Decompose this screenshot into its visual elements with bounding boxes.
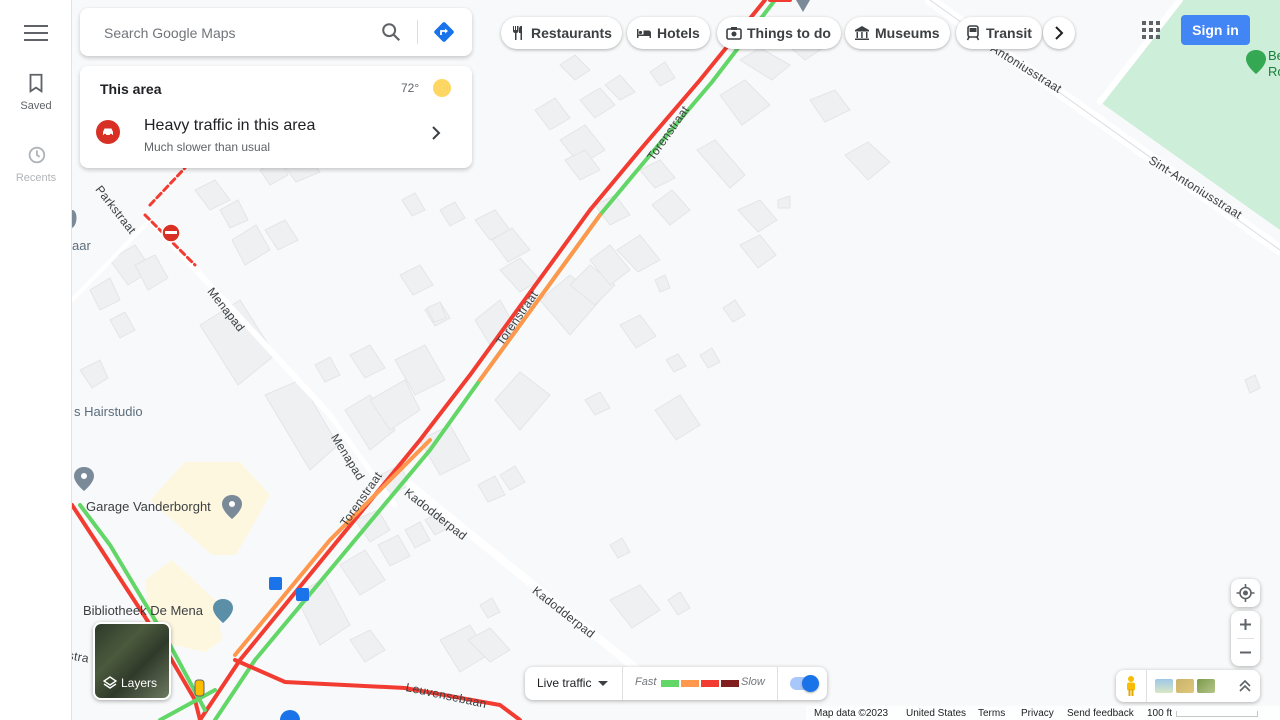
chip-hotels[interactable]: Hotels (627, 17, 710, 49)
chip-restaurants[interactable]: Restaurants (501, 17, 622, 49)
traffic-mode-dropdown[interactable]: Live traffic (537, 676, 591, 690)
poi-label-hairstudio[interactable]: s Hairstudio (74, 404, 143, 419)
poi-label-aar[interactable]: aar (72, 238, 91, 253)
layers-button[interactable]: Layers (93, 622, 171, 700)
my-location-button[interactable] (1231, 579, 1260, 607)
plus-icon (1240, 619, 1251, 630)
imagery-divider (1146, 670, 1147, 702)
area-title: This area (100, 81, 162, 97)
poi-label-bibliotheek[interactable]: Bibliotheek De Mena (83, 603, 203, 618)
privacy-link[interactable]: Privacy (1021, 708, 1054, 719)
location-crosshair-icon (1236, 584, 1255, 602)
terms-link[interactable]: Terms (978, 708, 1005, 719)
layers-icon (102, 676, 118, 689)
chip-transit[interactable]: Transit (956, 17, 1042, 49)
imagery-bar (1116, 670, 1260, 702)
recents-button[interactable]: Recents (0, 144, 72, 184)
legend-fast-label: Fast (635, 676, 657, 688)
traffic-subtext: Much slower than usual (144, 140, 271, 154)
map-footer: Map data ©2023 United States Terms Priva… (806, 706, 1280, 720)
chip-label: Things to do (747, 25, 831, 41)
layers-label: Layers (121, 676, 158, 690)
chips-next-button[interactable] (1043, 17, 1075, 49)
legend-bar-fast (661, 680, 679, 687)
toggle-knob (802, 675, 819, 692)
search-divider (417, 20, 418, 44)
send-feedback-link[interactable]: Send feedback (1067, 708, 1134, 719)
poi-label-be[interactable]: Be (1268, 48, 1280, 63)
scale-label[interactable]: 100 ft (1147, 708, 1172, 719)
apps-grid-icon[interactable] (1142, 21, 1160, 39)
legend-slow-label: Slow (741, 676, 765, 688)
bookmark-icon (29, 73, 43, 93)
area-card: This area 72° Heavy traffic in this area… (80, 66, 472, 168)
chip-things-to-do[interactable]: Things to do (717, 17, 841, 49)
legend-bar-medium (681, 680, 699, 687)
saved-label: Saved (20, 100, 52, 112)
legend-divider (777, 667, 778, 700)
legend-bar-slow (701, 680, 719, 687)
sign-in-button[interactable]: Sign in (1181, 15, 1250, 45)
legend-bar-very-slow (721, 680, 739, 687)
search-box[interactable]: Search Google Maps (80, 8, 472, 56)
legend-divider (622, 667, 623, 700)
chip-label: Restaurants (531, 25, 612, 41)
transit-icon (966, 25, 980, 41)
country-link[interactable]: United States (906, 708, 966, 719)
recents-label: Recents (15, 172, 57, 184)
traffic-legend: Live traffic Fast Slow (525, 667, 827, 700)
zoom-in-button[interactable] (1231, 611, 1260, 638)
left-rail: Saved Recents (0, 0, 72, 720)
poi-label-garage[interactable]: Garage Vanderborght (86, 499, 211, 514)
zoom-out-button[interactable] (1231, 639, 1260, 666)
chip-label: Hotels (657, 25, 700, 41)
zoom-controls (1231, 611, 1260, 666)
saved-button[interactable]: Saved (0, 72, 72, 112)
search-icon[interactable] (380, 21, 402, 43)
restaurant-icon (513, 26, 522, 40)
expand-up-icon (1239, 679, 1251, 692)
chip-label: Transit (986, 25, 1032, 41)
dropdown-arrow-icon[interactable] (598, 681, 608, 686)
imagery-thumb-3[interactable] (1197, 679, 1215, 693)
directions-icon[interactable] (432, 20, 456, 44)
temperature: 72° (401, 81, 420, 95)
history-icon (28, 146, 46, 164)
chevron-right-icon (1055, 26, 1064, 40)
pegman-icon[interactable] (1121, 675, 1141, 697)
map-data-attribution: Map data ©2023 (814, 708, 889, 719)
chevron-right-icon (432, 126, 441, 140)
minus-icon (1240, 651, 1251, 654)
traffic-alert-row[interactable]: Heavy traffic in this area Much slower t… (80, 110, 472, 162)
camera-icon (726, 27, 742, 40)
car-traffic-icon (96, 120, 120, 144)
layers-label-wrap: Layers (102, 676, 158, 690)
hotel-icon (637, 29, 651, 38)
traffic-toggle[interactable] (790, 675, 819, 692)
traffic-heading: Heavy traffic in this area (144, 117, 316, 134)
sun-icon (433, 79, 451, 97)
menu-icon[interactable] (24, 22, 48, 42)
imagery-thumb-1[interactable] (1155, 679, 1173, 693)
poi-label-ro[interactable]: Ro (1268, 64, 1280, 79)
imagery-thumb-2[interactable] (1176, 679, 1194, 693)
search-input[interactable]: Search Google Maps (104, 25, 236, 41)
chip-museums[interactable]: Museums (845, 17, 950, 49)
chip-label: Museums (875, 25, 940, 41)
museum-icon (855, 26, 869, 40)
